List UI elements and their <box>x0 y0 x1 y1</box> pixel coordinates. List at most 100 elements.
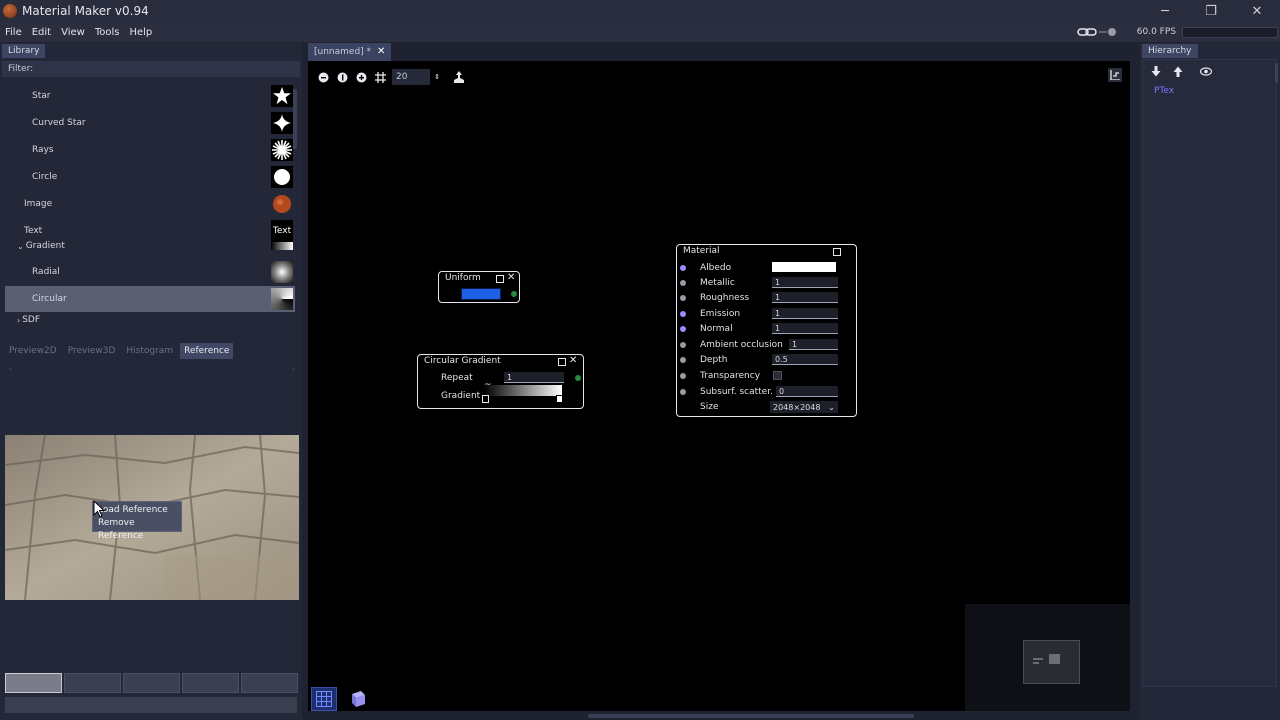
input-port[interactable] <box>680 311 686 317</box>
gradient-stop[interactable] <box>482 395 489 403</box>
eye-icon[interactable] <box>1199 64 1213 78</box>
minimap[interactable] <box>965 604 1130 711</box>
material-node[interactable]: Material Albedo Metallic 1 Roughness 1 E… <box>676 244 857 417</box>
tab-library[interactable]: Library <box>2 44 46 58</box>
input-port[interactable] <box>680 280 686 286</box>
metallic-field[interactable]: 1 <box>772 277 838 288</box>
tab-hierarchy[interactable]: Hierarchy <box>1142 44 1198 58</box>
grid-view-icon[interactable] <box>311 687 337 711</box>
arrow-up-icon[interactable] <box>1171 64 1185 78</box>
uniform-node[interactable]: Uniform ✕ <box>438 271 520 303</box>
arrange-icon[interactable] <box>1108 68 1122 82</box>
zoom-in-icon[interactable] <box>354 70 368 84</box>
list-item[interactable]: Radial <box>5 259 295 285</box>
transparency-checkbox[interactable] <box>773 371 782 380</box>
expand-closed-icon[interactable]: › <box>17 316 20 325</box>
library-scrollbar[interactable] <box>293 89 297 149</box>
minimap-toggle-icon[interactable] <box>452 70 466 84</box>
remove-reference-item[interactable]: Remove Reference <box>93 517 181 543</box>
prev-arrow-icon[interactable]: ‹ <box>9 364 12 373</box>
context-menu: Load Reference Remove Reference <box>92 501 182 541</box>
swatch[interactable] <box>123 673 180 693</box>
input-port[interactable] <box>680 389 686 395</box>
snap-distance-input[interactable]: 20 <box>392 69 430 85</box>
swatch[interactable] <box>64 673 121 693</box>
menu-view[interactable]: View <box>56 27 90 38</box>
menu-tools[interactable]: Tools <box>90 27 125 38</box>
node-graph[interactable]: 20 ⇕ Uniform ✕ Circular Gradient ✕ Repea… <box>308 61 1130 711</box>
output-port[interactable] <box>511 291 517 297</box>
load-reference-item[interactable]: Load Reference <box>93 504 181 517</box>
list-item[interactable]: Star <box>5 83 295 109</box>
list-item[interactable]: ⌄ Gradient <box>5 239 295 253</box>
color-swatch[interactable] <box>461 288 501 300</box>
input-port[interactable] <box>680 295 686 301</box>
zoom-reset-icon[interactable] <box>335 70 349 84</box>
ambient-occlusion-field[interactable]: 1 <box>789 339 838 350</box>
albedo-color[interactable] <box>772 262 836 272</box>
input-port[interactable] <box>680 265 686 271</box>
emission-field[interactable]: 1 <box>772 308 838 319</box>
gradient-stop[interactable] <box>556 395 563 403</box>
graph-horizontal-scrollbar[interactable] <box>588 714 914 718</box>
tab-preview3d[interactable]: Preview3D <box>64 343 120 359</box>
subsurface-scatter-field[interactable]: 0 <box>776 386 838 397</box>
emission-label: Emission <box>700 308 741 319</box>
tab-preview2d[interactable]: Preview2D <box>5 343 61 359</box>
input-port[interactable] <box>680 357 686 363</box>
gradient-editor[interactable] <box>484 385 562 396</box>
normal-field[interactable]: 1 <box>772 323 838 334</box>
next-arrow-icon[interactable]: › <box>292 364 295 373</box>
close-tab-icon[interactable]: ✕ <box>377 43 385 61</box>
list-item-selected[interactable]: Circular <box>5 286 295 312</box>
output-port[interactable] <box>575 375 581 381</box>
star-icon <box>271 85 293 107</box>
hierarchy-item-ptex[interactable]: PTex <box>1154 86 1174 96</box>
close-window-button[interactable]: ✕ <box>1234 0 1280 22</box>
tab-histogram[interactable]: Histogram <box>122 343 177 359</box>
minimize-node-icon[interactable] <box>833 248 841 256</box>
filter-input[interactable]: Filter: <box>2 61 300 77</box>
3d-cube-icon[interactable] <box>345 687 371 711</box>
zoom-out-icon[interactable] <box>316 70 330 84</box>
close-node-icon[interactable]: ✕ <box>507 272 515 283</box>
expand-open-icon[interactable]: ⌄ <box>17 242 24 251</box>
repeat-field[interactable]: 1 <box>504 372 564 383</box>
minimize-node-icon[interactable] <box>496 275 504 283</box>
list-item[interactable]: Rays <box>5 137 295 163</box>
menu-help[interactable]: Help <box>124 27 157 38</box>
link-icon[interactable] <box>1077 26 1119 38</box>
input-port[interactable] <box>680 342 686 348</box>
minimize-node-icon[interactable] <box>558 358 566 366</box>
minimize-button[interactable]: ─ <box>1142 0 1188 22</box>
snap-grid-icon[interactable] <box>373 70 387 84</box>
color-bar[interactable] <box>5 697 297 713</box>
spinner-icon[interactable]: ⇕ <box>433 70 441 84</box>
tab-unnamed[interactable]: [unnamed] * ✕ <box>308 43 392 61</box>
tab-reference[interactable]: Reference <box>180 343 234 359</box>
repeat-label: Repeat <box>441 372 473 383</box>
menu-file[interactable]: File <box>0 27 27 38</box>
circular-gradient-node[interactable]: Circular Gradient ✕ Repeat 1 Gradient ~ <box>417 354 584 409</box>
list-item[interactable]: Circle <box>5 164 295 190</box>
restore-button[interactable]: ❐ <box>1188 0 1234 22</box>
swatch[interactable] <box>182 673 239 693</box>
close-node-icon[interactable]: ✕ <box>569 355 577 366</box>
size-dropdown[interactable]: 2048×2048 ⌄ <box>770 401 838 413</box>
input-port[interactable] <box>680 373 686 379</box>
depth-field[interactable]: 0.5 <box>772 354 838 365</box>
mouse-cursor-icon <box>93 500 105 518</box>
list-item[interactable]: › SDF <box>5 313 295 327</box>
hierarchy-scrollbar[interactable] <box>1275 63 1278 83</box>
list-item[interactable]: Image <box>5 191 295 217</box>
size-label: Size <box>700 401 719 412</box>
minimap-viewport[interactable] <box>1023 640 1080 684</box>
swatch[interactable] <box>5 673 62 693</box>
list-item[interactable]: Curved Star <box>5 110 295 136</box>
arrow-down-icon[interactable] <box>1149 64 1163 78</box>
swatch[interactable] <box>241 673 298 693</box>
menu-edit[interactable]: Edit <box>27 27 56 38</box>
input-port[interactable] <box>680 326 686 332</box>
app-icon <box>3 4 17 18</box>
roughness-field[interactable]: 1 <box>772 292 838 303</box>
